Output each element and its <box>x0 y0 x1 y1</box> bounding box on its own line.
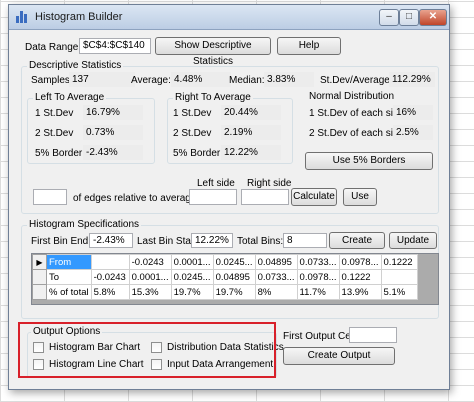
grid-cell[interactable]: 0.0001... <box>128 269 172 285</box>
normal-2-stdev-value: 2.5% <box>393 125 433 140</box>
grid-cell[interactable]: 0.0001... <box>170 254 214 270</box>
right-side-input[interactable] <box>241 189 289 205</box>
maximize-button[interactable]: □ <box>399 9 419 26</box>
histogram-specifications-title: Histogram Specifications <box>27 219 142 230</box>
close-button[interactable]: ✕ <box>419 9 447 26</box>
grid-cell[interactable]: 5.8% <box>90 284 130 300</box>
samples-label: Samples: <box>31 75 73 86</box>
grid-cell[interactable]: 0.0733... <box>254 269 298 285</box>
grid-cell[interactable]: 0.04895 <box>254 254 298 270</box>
average-label: Average: <box>131 75 171 86</box>
grid-row-from: ▶ From -0.0243 0.0001... 0.0245... 0.048… <box>32 254 418 270</box>
normal-2-stdev-label: 2 St.Dev of each side <box>309 128 405 139</box>
samples-value: 137 <box>69 72 135 87</box>
use-5pct-borders-button[interactable]: Use 5% Borders <box>305 152 433 170</box>
grid-cell[interactable]: 0.0733... <box>296 254 340 270</box>
grid-cell[interactable]: 0.1222 <box>338 269 382 285</box>
total-bins-label: Total Bins: <box>237 236 284 247</box>
histogram-app-icon <box>16 11 27 23</box>
median-value: 3.83% <box>264 72 314 87</box>
grid-cell[interactable]: 0.0978... <box>296 269 340 285</box>
last-bin-start-input[interactable]: 12.22% <box>191 233 233 248</box>
right-2-stdev-value: 2.19% <box>221 125 281 140</box>
window-title: Histogram Builder <box>35 11 123 23</box>
normal-1-stdev-value: 16% <box>393 105 433 120</box>
title-bar[interactable]: Histogram Builder – □ ✕ <box>9 5 449 30</box>
grid-cell[interactable]: -0.0243 <box>128 254 172 270</box>
calculate-button[interactable]: Calculate <box>291 188 337 206</box>
normal-distribution-title: Normal Distribution <box>309 91 395 102</box>
left-1-stdev-value: 16.79% <box>83 105 143 120</box>
median-label: Median: <box>229 75 265 86</box>
minimize-button[interactable]: – <box>379 9 399 26</box>
grid-cell[interactable]: 0.1222 <box>380 254 418 270</box>
right-5pct-border-label: 5% Border <box>173 148 221 159</box>
grid-row-percent: % of total 5.8% 15.3% 19.7% 19.7% 8% 11.… <box>32 284 418 300</box>
grid-cell[interactable]: 15.3% <box>128 284 172 300</box>
row-header[interactable] <box>32 284 47 300</box>
grid-cell[interactable]: 19.7% <box>170 284 214 300</box>
create-output-button[interactable]: Create Output <box>283 347 395 365</box>
data-range-label: Data Range: <box>25 42 82 53</box>
left-2-stdev-label: 2 St.Dev <box>35 128 74 139</box>
right-2-stdev-label: 2 St.Dev <box>173 128 212 139</box>
left-side-label: Left side <box>197 178 235 189</box>
left-to-average-title: Left To Average <box>33 92 107 103</box>
left-2-stdev-value: 0.73% <box>83 125 143 140</box>
grid-cell[interactable]: 0.04895 <box>212 269 256 285</box>
current-row-marker-icon[interactable]: ▶ <box>32 254 47 270</box>
left-5pct-border-value: -2.43% <box>83 145 143 160</box>
grid-cell[interactable]: From <box>46 254 92 270</box>
grid-cell[interactable]: 0.0245... <box>212 254 256 270</box>
histogram-builder-window: Histogram Builder – □ ✕ Data Range: $C$4… <box>8 4 450 390</box>
grid-row-to: To -0.0243 0.0001... 0.0245... 0.04895 0… <box>32 269 418 285</box>
right-1-stdev-label: 1 St.Dev <box>173 108 212 119</box>
show-descriptive-statistics-button[interactable]: Show Descriptive Statistics <box>155 37 271 67</box>
right-1-stdev-value: 20.44% <box>221 105 281 120</box>
descriptive-statistics-title: Descriptive Statistics <box>27 60 124 71</box>
grid-cell[interactable]: -0.0243 <box>90 269 130 285</box>
grid-cell[interactable] <box>380 269 418 285</box>
first-output-cell-input[interactable] <box>349 327 397 343</box>
grid-cell[interactable]: To <box>46 269 92 285</box>
left-5pct-border-label: 5% Border <box>35 148 83 159</box>
right-side-label: Right side <box>247 178 292 189</box>
grid-cell[interactable]: 13.9% <box>338 284 382 300</box>
normal-1-stdev-label: 1 St.Dev of each side <box>309 108 405 119</box>
first-bin-end-input[interactable]: -2.43% <box>89 233 133 248</box>
first-bin-end-label: First Bin End: <box>31 236 92 247</box>
total-bins-input[interactable]: 8 <box>283 233 327 248</box>
row-header[interactable] <box>32 269 47 285</box>
help-button[interactable]: Help <box>277 37 341 55</box>
highlight-annotation <box>18 322 276 378</box>
bins-data-grid[interactable]: ▶ From -0.0243 0.0001... 0.0245... 0.048… <box>31 253 439 305</box>
grid-cell[interactable]: 11.7% <box>296 284 340 300</box>
right-5pct-border-value: 12.22% <box>221 145 281 160</box>
use-button[interactable]: Use <box>343 188 377 206</box>
grid-cell[interactable]: 5.1% <box>380 284 418 300</box>
first-output-cell-label: First Output Cell: <box>283 331 359 342</box>
edges-percent-input[interactable] <box>33 189 67 205</box>
edges-relative-label: of edges relative to average: <box>73 193 200 204</box>
grid-cell[interactable]: 0.0978... <box>338 254 382 270</box>
grid-cell[interactable]: 19.7% <box>212 284 256 300</box>
update-button[interactable]: Update <box>389 232 437 249</box>
stdev-average-value: 112.29% <box>389 72 435 87</box>
create-bins-button[interactable]: Create <box>329 232 385 249</box>
data-range-input[interactable]: $C$4:$C$140 <box>79 38 151 54</box>
grid-cell[interactable]: 8% <box>254 284 298 300</box>
grid-cell[interactable] <box>90 254 130 270</box>
grid-cell[interactable]: 0.0245... <box>170 269 214 285</box>
stdev-average-label: St.Dev/Average: <box>320 75 393 86</box>
average-value: 4.48% <box>171 72 231 87</box>
left-side-input[interactable] <box>189 189 237 205</box>
right-to-average-title: Right To Average <box>173 92 253 103</box>
grid-cell[interactable]: % of total <box>46 284 92 300</box>
left-1-stdev-label: 1 St.Dev <box>35 108 74 119</box>
